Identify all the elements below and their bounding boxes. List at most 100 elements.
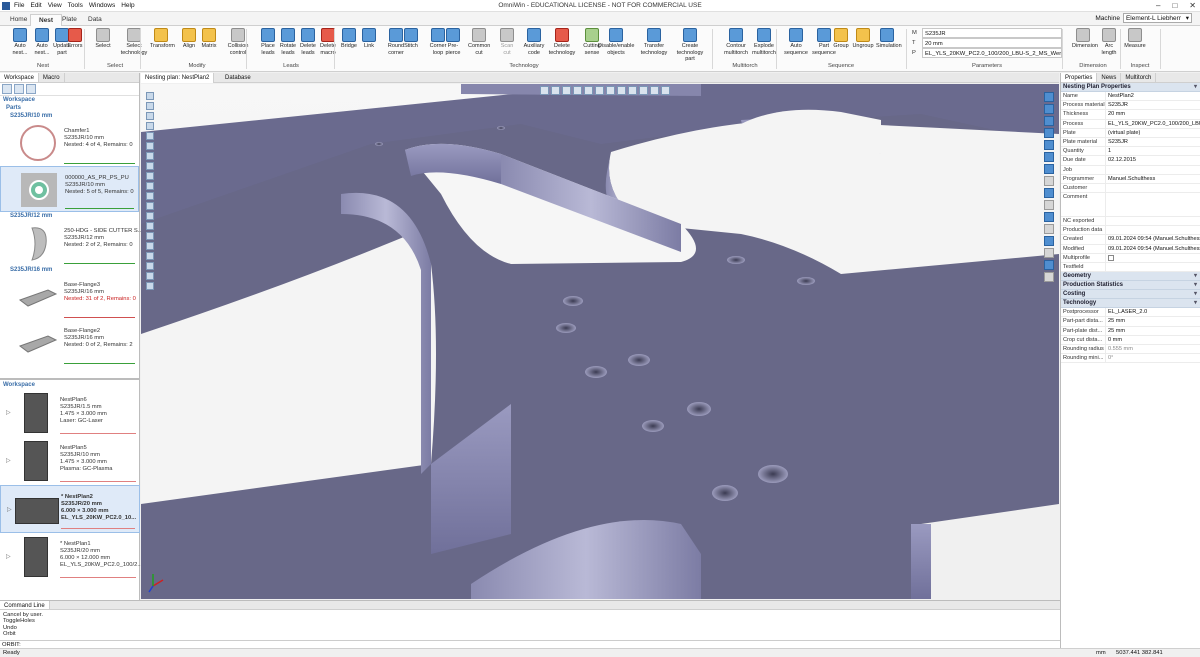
bridge-button[interactable]: Bridge xyxy=(338,28,360,50)
property-value[interactable]: NestPlan2 xyxy=(1105,92,1200,101)
tab-multitorch[interactable]: Multitorch xyxy=(1121,73,1157,82)
select-technology-button[interactable]: Select technology xyxy=(116,28,152,56)
tile-view-icon[interactable] xyxy=(14,84,24,94)
nest-plan-item[interactable]: ▷ NestPlan6 S235JR/1.5 mm 1.475 × 3.000 mm L… xyxy=(0,389,140,437)
view-tool-icon[interactable] xyxy=(146,162,154,170)
dimension-button[interactable]: Dimension xyxy=(1072,28,1098,50)
tab-news[interactable]: News xyxy=(1097,73,1122,82)
section-production-statistics[interactable]: Production Statistics xyxy=(1061,281,1200,291)
property-value[interactable]: 25 mm xyxy=(1105,317,1200,326)
view-tool-icon[interactable] xyxy=(146,282,154,290)
view-mode-icon[interactable] xyxy=(1044,248,1054,258)
tab-macro[interactable]: Macro xyxy=(39,73,65,82)
view-tool-icon[interactable] xyxy=(146,192,154,200)
view-mode-icon[interactable] xyxy=(1044,128,1054,138)
view-tool-icon[interactable] xyxy=(146,152,154,160)
scan-cut-button[interactable]: Scan cut xyxy=(496,28,518,56)
measure-button[interactable]: Measure xyxy=(1124,28,1146,50)
part-list-item[interactable]: Base-Flange3 S235JR/16 mm Nested: 31 of 2,… xyxy=(0,274,139,320)
view-tool-icon[interactable] xyxy=(146,272,154,280)
thickness-field[interactable]: 20 mm xyxy=(922,38,1062,48)
part-group-header[interactable]: S235JR/12 mm xyxy=(0,212,139,220)
view-mode-icon[interactable] xyxy=(1044,224,1054,234)
disable-enable-objects-button[interactable]: Disable/enable objects xyxy=(598,28,634,56)
part-group-header[interactable]: S235JR/16 mm xyxy=(0,266,139,274)
part-list-item[interactable]: Base-Flange2 S235JR/16 mm Nested: 0 of 2, … xyxy=(0,320,139,366)
view-mode-icon[interactable] xyxy=(1044,92,1054,102)
machine-dropdown[interactable]: Element-L Liebherr xyxy=(1122,13,1192,23)
link-button[interactable]: Link xyxy=(358,28,380,50)
part-list-item[interactable]: Chamfer1 S235JR/10 mm Nested: 4 of 4, Rema… xyxy=(0,120,139,166)
nesting-plan-properties-header[interactable]: Nesting Plan Properties xyxy=(1061,83,1200,92)
ungroup-button[interactable]: Ungroup xyxy=(852,28,874,50)
view-orientation-icon[interactable] xyxy=(540,86,549,95)
arc-length-button[interactable]: Arc length xyxy=(1098,28,1120,56)
multiprofile-checkbox[interactable] xyxy=(1108,254,1114,261)
stitch-button[interactable]: Stitch xyxy=(400,28,422,50)
view-orientation-icon[interactable] xyxy=(562,86,571,95)
pre-pierce-button[interactable]: Pre-pierce xyxy=(442,28,464,56)
property-value[interactable] xyxy=(1105,226,1200,235)
view-tool-icon[interactable] xyxy=(146,212,154,220)
view-mode-icon[interactable] xyxy=(1044,236,1054,246)
view-tool-icon[interactable] xyxy=(146,102,154,110)
transform-button[interactable]: Transform xyxy=(150,28,175,50)
nest-plan-item[interactable]: ▷ * NestPlan1 S235JR/20 mm 6.000 × 12.000 m… xyxy=(0,533,142,581)
view-orientation-icon[interactable] xyxy=(584,86,593,95)
view-orientation-icon[interactable] xyxy=(551,86,560,95)
nest-plan-item[interactable]: ▷ NestPlan5 S235JR/10 mm 1.475 × 3.000 mm Pl… xyxy=(0,437,140,485)
property-value[interactable]: (virtual plate) xyxy=(1105,128,1200,137)
expand-arrow-icon[interactable]: ▷ xyxy=(7,506,12,513)
view-orientation-icon[interactable] xyxy=(595,86,604,95)
view-tool-icon[interactable] xyxy=(146,122,154,130)
view-mode-icon[interactable] xyxy=(1044,140,1054,150)
tab-data[interactable]: Data xyxy=(80,14,110,26)
select-button[interactable]: Select xyxy=(92,28,114,50)
view-orientation-icon[interactable] xyxy=(617,86,626,95)
view-tool-icon[interactable] xyxy=(146,182,154,190)
close-button[interactable]: ✕ xyxy=(1189,0,1196,11)
view-tool-icon[interactable] xyxy=(146,142,154,150)
common-cut-button[interactable]: Common cut xyxy=(468,28,490,56)
view-tool-icon[interactable] xyxy=(146,242,154,250)
process-field[interactable]: EL_YLS_20KW_PC2.0_100/200_LBU-S_2_MS_Wer… xyxy=(922,48,1062,58)
view-tool-icon[interactable] xyxy=(146,202,154,210)
property-value[interactable] xyxy=(1105,217,1200,226)
list-view-icon[interactable] xyxy=(2,84,12,94)
view-orientation-icon[interactable] xyxy=(639,86,648,95)
minimize-button[interactable]: – xyxy=(1156,0,1160,11)
view-orientation-icon[interactable] xyxy=(661,86,670,95)
property-value[interactable] xyxy=(1105,183,1200,193)
maximize-button[interactable]: □ xyxy=(1172,0,1177,11)
preview-view-icon[interactable] xyxy=(26,84,36,94)
transfer-technology-button[interactable]: Transfer technology xyxy=(636,28,672,56)
material-field[interactable]: S235JR xyxy=(922,28,1062,38)
view-mode-icon[interactable] xyxy=(1044,176,1054,186)
view-mode-icon[interactable] xyxy=(1044,104,1054,114)
section-technology[interactable]: Technology xyxy=(1061,299,1200,309)
view-mode-icon[interactable] xyxy=(1044,116,1054,126)
property-value[interactable]: EL_YLS_20KW_PC2.0_100/200_LBU-S... xyxy=(1105,119,1200,128)
section-geometry[interactable]: Geometry xyxy=(1061,272,1200,282)
tab-workspace[interactable]: Workspace xyxy=(0,73,39,82)
view-tool-icon[interactable] xyxy=(146,262,154,270)
property-value[interactable] xyxy=(1105,263,1200,272)
property-value[interactable]: 09.01.2024 09:54 (Manuel.Schulthess) xyxy=(1105,235,1200,244)
view-orientation-icon[interactable] xyxy=(650,86,659,95)
part-list-item[interactable]: 000000_AS_PR_PS_PU S235JR/10 mm Nested: 5 … xyxy=(0,166,139,212)
command-input[interactable]: ORBIT: xyxy=(0,640,1060,648)
nest-plan-item[interactable]: ▷ * NestPlan2 S235JR/20 mm 6.000 × 3.000 mm… xyxy=(0,485,140,533)
tab-command-line[interactable]: Command Line xyxy=(0,601,50,609)
view-tool-icon[interactable] xyxy=(146,92,154,100)
expand-arrow-icon[interactable]: ▷ xyxy=(6,457,11,464)
property-value[interactable] xyxy=(1105,165,1200,174)
section-costing[interactable]: Costing xyxy=(1061,290,1200,300)
view-tool-icon[interactable] xyxy=(146,252,154,260)
align-button[interactable]: Align xyxy=(178,28,200,50)
create-technology-part-button[interactable]: Create technology part xyxy=(672,28,708,63)
expand-arrow-icon[interactable]: ▷ xyxy=(6,553,11,560)
view-orientation-icon[interactable] xyxy=(573,86,582,95)
property-value[interactable]: EL_LASER_2.0 xyxy=(1105,308,1200,317)
part-group-header[interactable]: S235JR/10 mm xyxy=(0,112,139,120)
view-orientation-icon[interactable] xyxy=(628,86,637,95)
